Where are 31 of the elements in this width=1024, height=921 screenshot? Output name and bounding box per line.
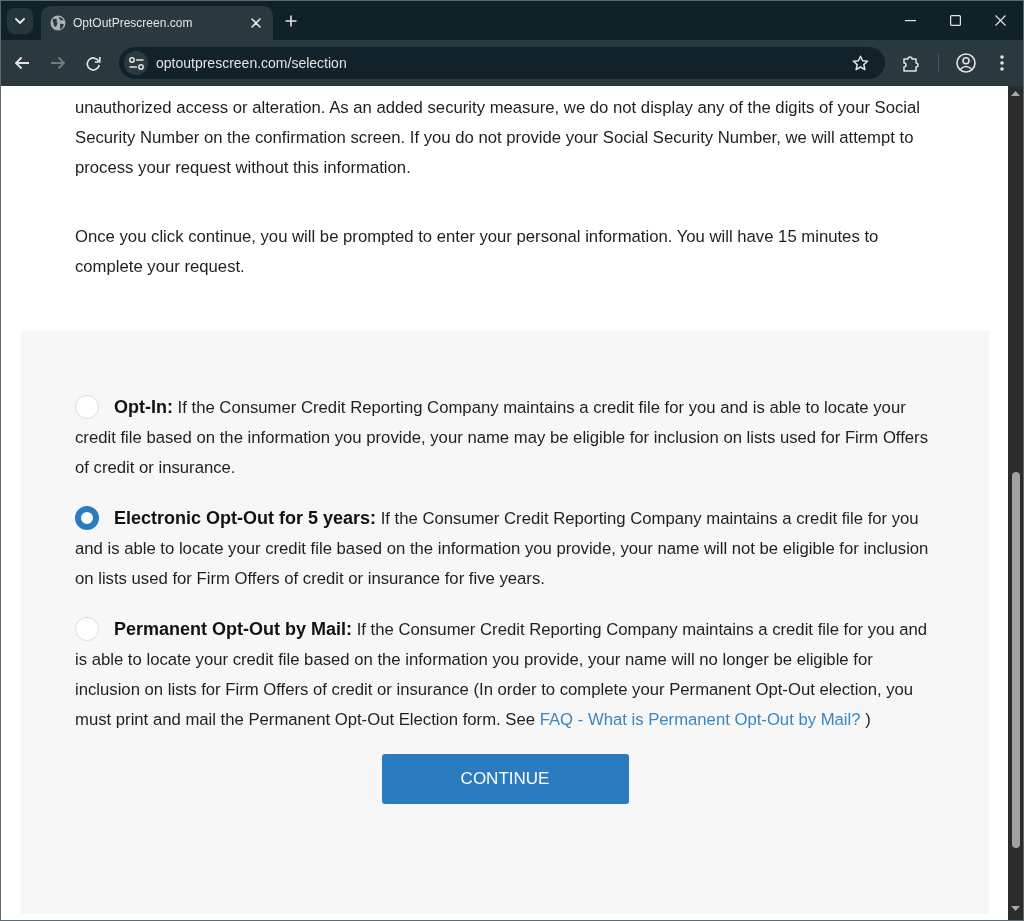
- close-icon[interactable]: [251, 18, 261, 28]
- tab-list-button[interactable]: [7, 7, 33, 34]
- person-circle-icon[interactable]: [956, 53, 976, 73]
- continue-button[interactable]: CONTINUE: [381, 754, 629, 804]
- option-description: Opt-In: If the Consumer Credit Reporting Company maintains a credit file for you and is able to locate your credit file based on the information you provide, your name may be eligible for inclusion on lists used for Firm Offers of credit or insurance.: [75, 394, 930, 479]
- body-text: Once you click continue, you will be prompted to enter your personal information. You will have 15 minutes to complete your request.: [75, 226, 880, 278]
- url-text: optoutprescreen.com/selection: [156, 55, 347, 71]
- faq-link[interactable]: FAQ - What is Permanent Opt-Out by Mail?: [539, 710, 861, 729]
- scrollbar[interactable]: [1008, 86, 1023, 920]
- browser-tab[interactable]: OptOutPrescreen.com: [41, 6, 273, 40]
- triangle-up-icon[interactable]: [1011, 91, 1020, 96]
- reload-icon[interactable]: [86, 55, 101, 71]
- option-description: Permanent Opt-Out by Mail: If the Consumer Credit Reporting Company maintains a credit file for you and is able to locate your credit file based on the information you provide, your name will no longer be eligible for inclusion on lists for Firm Offers of credit or insurance (In order to complete your Permanent Opt-Out election, you must print and mail the Permanent Opt-Out Election form. See FAQ - What is Permanent Opt-Out by Mail? ): [75, 616, 929, 731]
- globe-icon: [50, 15, 66, 31]
- plus-icon[interactable]: [285, 14, 297, 27]
- scrollbar-thumb[interactable]: [1011, 472, 1020, 848]
- puzzle-piece-icon[interactable]: [903, 54, 920, 72]
- body-text: unauthorized access or alteration. As an added security measure, we do not display any of the digits of your Social Security Number on the confirmation screen. If you do not provide your Social Security Number, we will attempt to process your request without this information.: [75, 97, 922, 179]
- menu-icon[interactable]: [1000, 55, 1004, 71]
- minimize-icon[interactable]: [905, 19, 916, 22]
- chevron-down-icon: [15, 17, 25, 24]
- close-icon[interactable]: [995, 15, 1006, 26]
- option-description: Electronic Opt-Out for 5 years: If the Consumer Credit Reporting Company maintains a credit file for you and is able to locate your credit file based on the information you provide, your name will not be eligible for inclusion on lists used for Firm Offers of credit or insurance for five years.: [75, 505, 930, 590]
- radio-button[interactable]: [75, 506, 99, 530]
- sliders-icon: [128, 56, 144, 70]
- star-icon[interactable]: [852, 55, 869, 71]
- maximize-icon[interactable]: [950, 15, 961, 26]
- address-bar[interactable]: optoutprescreen.com/selection: [119, 47, 885, 79]
- site-info-button[interactable]: [124, 51, 148, 75]
- triangle-down-icon[interactable]: [1011, 906, 1020, 911]
- arrow-left-icon[interactable]: [14, 56, 30, 70]
